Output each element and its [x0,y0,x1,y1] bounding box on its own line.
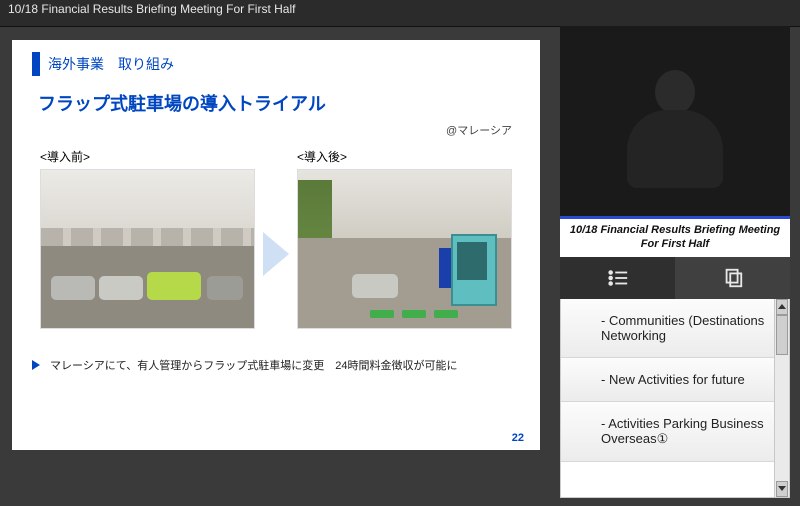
after-photo [297,169,512,329]
list-item[interactable]: - New Activities for future [561,358,789,402]
slide-area: 海外事業 取り組み フラップ式駐車場の導入トライアル @マレーシア <導入前> … [12,40,540,450]
outline-list: - Communities (Destinations Networking -… [560,299,790,498]
scrollbar[interactable] [774,299,789,497]
copy-icon [722,267,744,289]
arrow-icon [263,232,289,276]
slide-location: @マレーシア [26,122,512,138]
before-photo [40,169,255,329]
scroll-up-button[interactable] [776,299,788,315]
slide-title: フラップ式駐車場の導入トライアル [38,90,526,116]
scroll-down-button[interactable] [776,481,788,497]
window-title: 10/18 Financial Results Briefing Meeting… [0,0,800,27]
scroll-thumb[interactable] [776,315,788,355]
slide-note: マレーシアにて、有人管理からフラップ式駐車場に変更 24時間料金徴収が可能に [50,357,457,373]
list-item[interactable]: - Activities Parking Business Overseas① [561,402,789,462]
video-caption: 10/18 Financial Results Briefing Meeting… [560,219,790,257]
video-pane[interactable] [560,26,790,219]
section-tab: 海外事業 取り組み [32,52,182,76]
after-panel: <導入後> [297,148,512,329]
list-icon [607,267,629,289]
section-label: 海外事業 取り組み [48,56,174,72]
speaker-silhouette [615,70,735,190]
bullet-icon [32,360,40,370]
note-row: マレーシアにて、有人管理からフラップ式駐車場に変更 24時間料金徴収が可能に [26,357,526,373]
right-column: 10/18 Financial Results Briefing Meeting… [560,26,790,506]
app-root: 10/18 Financial Results Briefing Meeting… [0,0,800,506]
slide: 海外事業 取り組み フラップ式駐車場の導入トライアル @マレーシア <導入前> … [12,40,540,450]
before-panel: <導入前> [40,148,255,329]
compare-row: <導入前> <導入後> [26,148,526,329]
after-label: <導入後> [297,148,512,165]
list-item[interactable]: - Communities (Destinations Networking [561,299,789,358]
tab-outline[interactable] [560,257,675,299]
tab-bar [560,257,790,299]
page-number: 22 [512,432,524,444]
before-label: <導入前> [40,148,255,165]
tab-notes[interactable] [675,257,790,299]
